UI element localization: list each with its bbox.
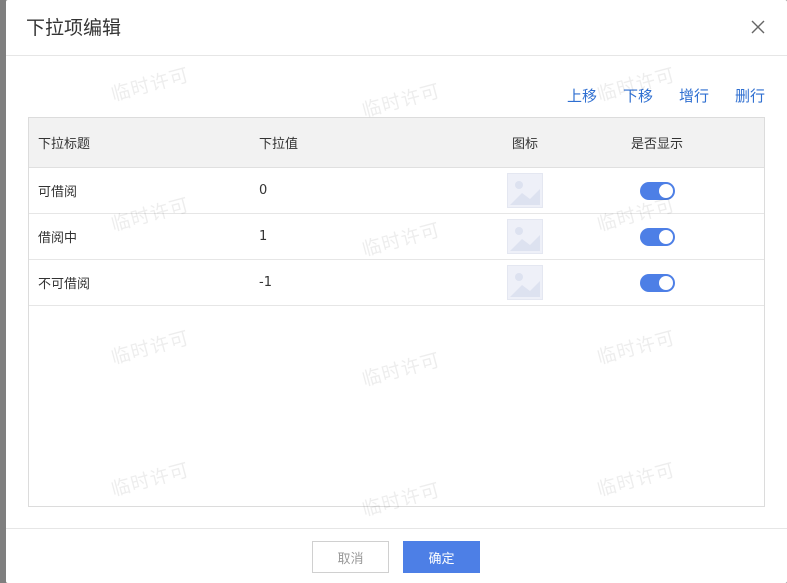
row-value[interactable]: 0 bbox=[250, 183, 500, 198]
row-title[interactable]: 借阅中 bbox=[29, 227, 250, 246]
header-title: 下拉标题 bbox=[38, 137, 91, 152]
move-down-link[interactable]: 下移 bbox=[623, 86, 653, 106]
close-icon[interactable] bbox=[749, 18, 767, 36]
cancel-button[interactable]: 取消 bbox=[312, 541, 389, 573]
confirm-button[interactable]: 确定 bbox=[403, 541, 480, 573]
dropdown-items-table: 下拉标题 下拉值 图标 是否显示 可借阅 0 借阅中 1 不可借阅 -1 bbox=[28, 117, 765, 507]
image-placeholder-icon[interactable] bbox=[507, 219, 543, 254]
table-header: 下拉标题 下拉值 图标 是否显示 bbox=[29, 118, 764, 168]
add-row-link[interactable]: 增行 bbox=[679, 86, 709, 106]
header-icon: 图标 bbox=[511, 137, 538, 152]
dialog-title: 下拉项编辑 bbox=[26, 17, 122, 39]
move-up-link[interactable]: 上移 bbox=[567, 86, 597, 106]
table-row[interactable]: 不可借阅 -1 bbox=[29, 260, 764, 306]
row-toolbar: 上移 下移 增行 删行 bbox=[541, 86, 765, 106]
dropdown-edit-dialog: 下拉项编辑 上移 下移 增行 删行 下拉标题 下拉值 图标 是否显示 可借阅 0 bbox=[6, 0, 787, 583]
header-visible: 是否显示 bbox=[630, 137, 683, 152]
row-value[interactable]: 1 bbox=[250, 229, 500, 244]
dialog-header: 下拉项编辑 bbox=[6, 0, 787, 56]
toggle-knob bbox=[658, 183, 673, 198]
visible-toggle[interactable] bbox=[639, 273, 675, 292]
visible-toggle[interactable] bbox=[639, 227, 675, 246]
delete-row-link[interactable]: 删行 bbox=[735, 86, 765, 106]
watermark-text: 临时许可 bbox=[108, 63, 192, 106]
toggle-knob bbox=[658, 275, 673, 290]
row-value[interactable]: -1 bbox=[250, 275, 500, 290]
row-title[interactable]: 可借阅 bbox=[29, 181, 250, 200]
dialog-footer: 取消 确定 bbox=[6, 528, 787, 583]
header-value: 下拉值 bbox=[259, 137, 299, 152]
image-placeholder-icon[interactable] bbox=[507, 265, 543, 300]
image-placeholder-icon[interactable] bbox=[507, 173, 543, 208]
visible-toggle[interactable] bbox=[639, 181, 675, 200]
watermark-text: 临时许可 bbox=[359, 79, 443, 122]
row-title[interactable]: 不可借阅 bbox=[29, 273, 250, 292]
table-row[interactable]: 可借阅 0 bbox=[29, 168, 764, 214]
toggle-knob bbox=[658, 229, 673, 244]
table-row[interactable]: 借阅中 1 bbox=[29, 214, 764, 260]
